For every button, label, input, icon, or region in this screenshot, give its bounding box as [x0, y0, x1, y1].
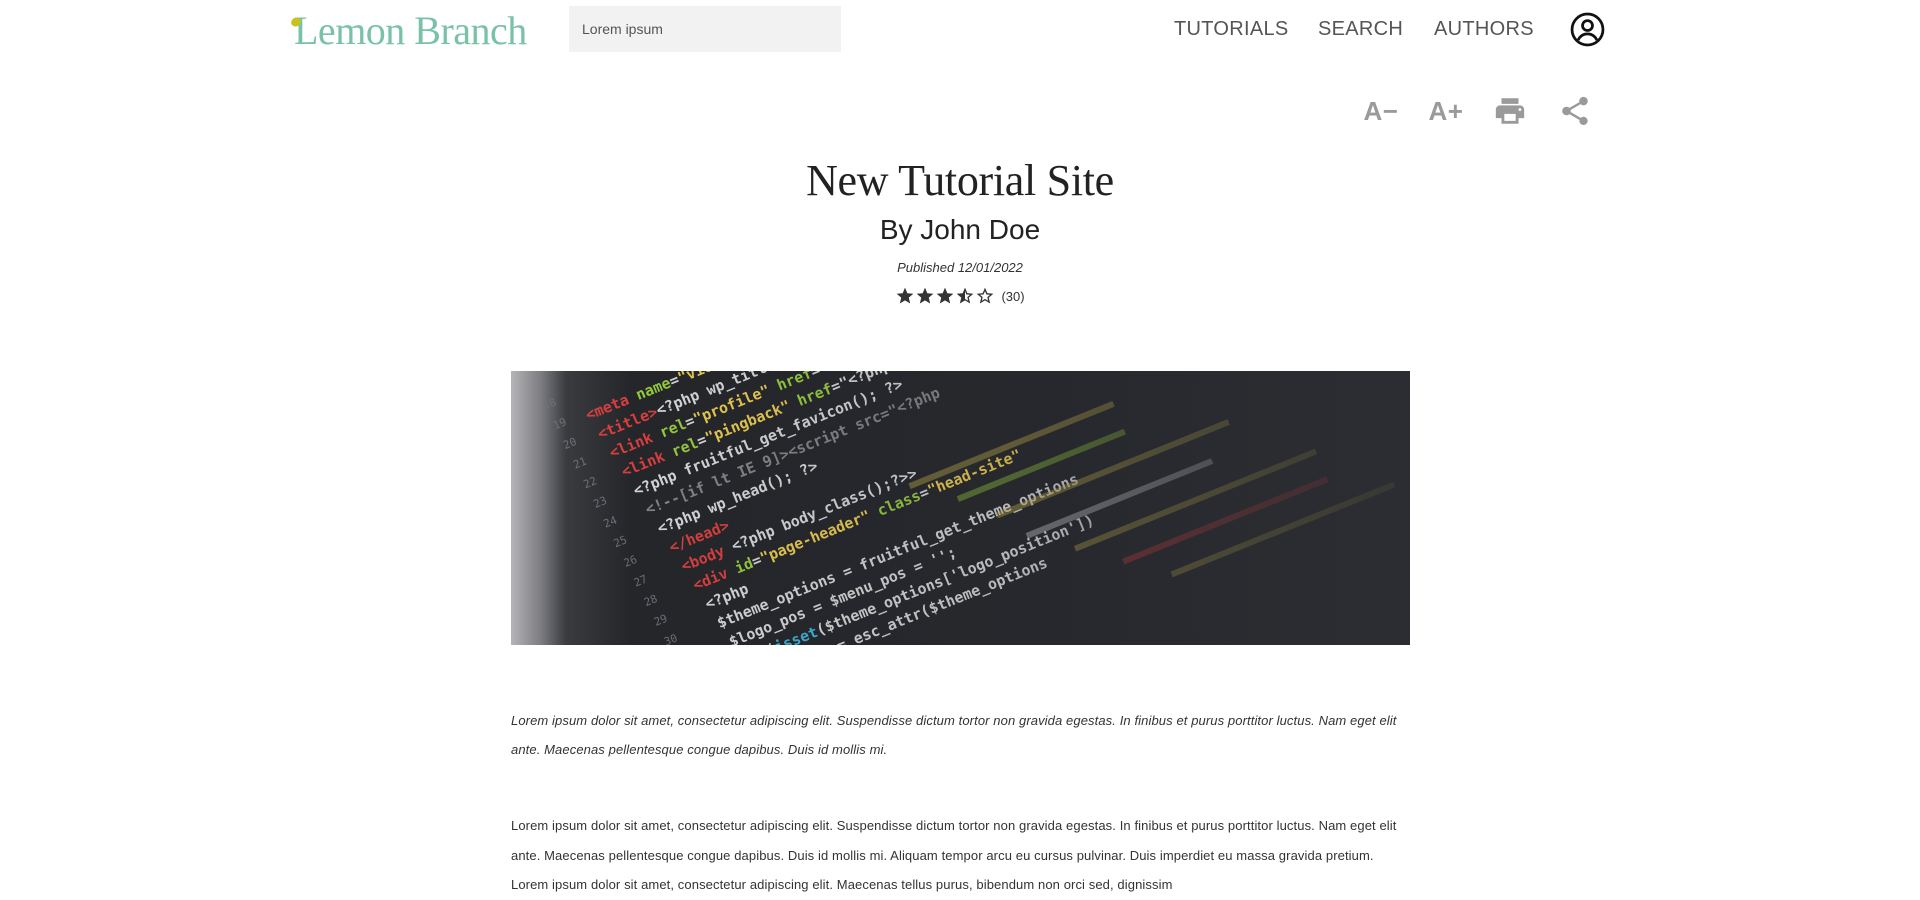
code-editor-screenshot: 181920 212223 242526 272829 3031 <meta n…	[511, 371, 1410, 645]
print-icon	[1495, 98, 1525, 124]
share-button[interactable]	[1557, 93, 1593, 129]
site-header: Lemon Branch TUTORIALS SEARCH AUTHORS	[0, 0, 1920, 60]
hero-image: 181920 212223 242526 272829 3031 <meta n…	[511, 371, 1410, 645]
article-author: By John Doe	[879, 214, 1041, 245]
star-empty-icon	[977, 287, 994, 304]
decrease-font-button[interactable]: A−	[1362, 93, 1400, 129]
nav-tutorials-link[interactable]: TUTORIALS	[1174, 18, 1289, 41]
star-rating[interactable]: (30)	[0, 286, 1920, 306]
article-lede: Lorem ipsum dolor sit amet, consectetur …	[511, 713, 1397, 757]
star-full-icon	[897, 287, 914, 304]
share-icon	[1562, 96, 1588, 126]
rating-count: (30)	[1001, 288, 1025, 304]
increase-font-label: A+	[1428, 95, 1464, 126]
account-circle-icon[interactable]	[1570, 12, 1605, 47]
star-full-icon	[917, 287, 934, 304]
search-input[interactable]	[569, 6, 841, 52]
site-logo[interactable]: Lemon Branch	[290, 8, 527, 54]
site-logo-text: Lemon Branch	[294, 8, 527, 53]
increase-font-button[interactable]: A+	[1427, 93, 1465, 129]
decrease-font-label: A−	[1363, 95, 1399, 126]
article-title: New Tutorial Site	[806, 156, 1114, 205]
article-body: Lorem ipsum dolor sit amet, consectetur …	[511, 818, 1397, 892]
print-button[interactable]	[1492, 93, 1528, 129]
star-half-icon	[957, 287, 974, 304]
nav-authors-link[interactable]: AUTHORS	[1434, 18, 1534, 41]
star-full-icon	[937, 287, 954, 304]
nav-search-link[interactable]: SEARCH	[1318, 18, 1403, 41]
lemon-leaf-icon	[291, 17, 301, 27]
publish-date: Published 12/01/2022	[897, 260, 1023, 275]
